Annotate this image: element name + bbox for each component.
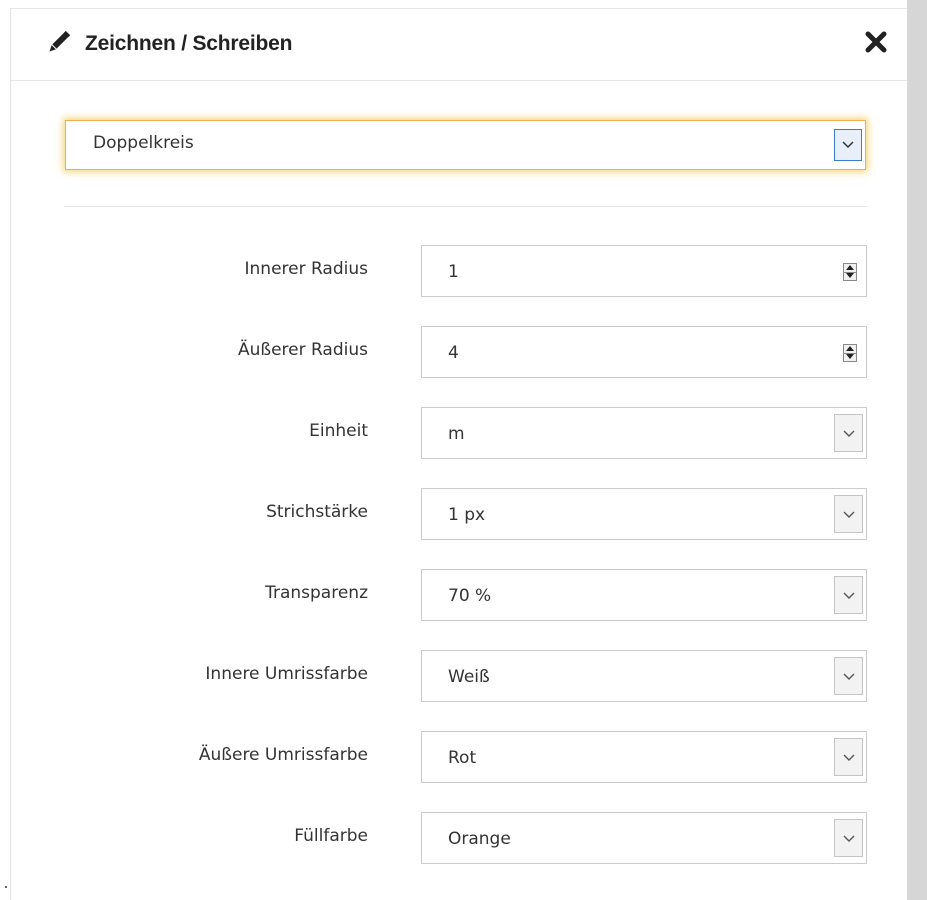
outer-outline-color-value: Rot — [448, 748, 477, 768]
transparency-label: Transparenz — [265, 583, 368, 603]
draw-dialog: Zeichnen / Schreiben Doppelkreis Innerer… — [11, 9, 907, 900]
chevron-down-icon — [843, 511, 855, 518]
spinner-down-button[interactable] — [844, 353, 856, 361]
transparency-select[interactable]: 70 % — [421, 569, 867, 621]
scrollbar-track[interactable] — [907, 0, 927, 900]
inner-radius-spinner[interactable] — [843, 263, 857, 281]
triangle-down-icon — [846, 273, 854, 278]
chevron-down-icon — [843, 835, 855, 842]
inner-radius-label: Innerer Radius — [244, 259, 369, 279]
pencil-icon — [45, 30, 71, 56]
transparency-row: Transparenz 70 % — [11, 569, 907, 621]
stroke-width-row: Strichstärke 1 px — [11, 488, 907, 540]
outer-outline-color-row: Äußere Umrissfarbe Rot — [11, 731, 907, 783]
outer-radius-row: Äußerer Radius 4 — [11, 326, 907, 378]
chevron-down-icon — [843, 430, 855, 437]
unit-label: Einheit — [309, 421, 368, 441]
fill-color-label: Füllfarbe — [294, 826, 368, 846]
dialog-header: Zeichnen / Schreiben — [11, 9, 907, 81]
outer-radius-input[interactable]: 4 — [421, 326, 867, 378]
shape-select-toggle[interactable] — [834, 129, 862, 161]
left-edge — [0, 0, 10, 900]
form-separator — [64, 206, 867, 207]
fill-color-select[interactable]: Orange — [421, 812, 867, 864]
chevron-down-icon — [843, 592, 855, 599]
transparency-value: 70 % — [448, 586, 492, 606]
spinner-down-button[interactable] — [844, 272, 856, 280]
edge-dot — [5, 886, 7, 888]
outer-outline-color-select[interactable]: Rot — [421, 731, 867, 783]
inner-outline-color-select[interactable]: Weiß — [421, 650, 867, 702]
page: Zeichnen / Schreiben Doppelkreis Innerer… — [0, 0, 927, 900]
close-icon[interactable] — [861, 27, 891, 57]
triangle-up-icon — [846, 265, 854, 270]
inner-outline-color-row: Innere Umrissfarbe Weiß — [11, 650, 907, 702]
outer-radius-spinner[interactable] — [843, 344, 857, 362]
inner-radius-row: Innerer Radius 1 — [11, 245, 907, 297]
inner-outline-color-label: Innere Umrissfarbe — [205, 664, 368, 684]
chevron-down-icon — [843, 754, 855, 761]
unit-select-toggle[interactable] — [834, 414, 863, 452]
chevron-down-icon — [842, 141, 854, 149]
unit-value: m — [448, 424, 465, 444]
inner-outline-color-select-toggle[interactable] — [834, 657, 863, 695]
outer-outline-color-select-toggle[interactable] — [834, 738, 863, 776]
unit-row: Einheit m — [11, 407, 907, 459]
outer-outline-color-label: Äußere Umrissfarbe — [198, 745, 368, 765]
inner-outline-color-value: Weiß — [448, 667, 490, 687]
stroke-width-select-toggle[interactable] — [834, 495, 863, 533]
shape-select-value: Doppelkreis — [93, 133, 194, 153]
outer-radius-value: 4 — [448, 343, 459, 363]
transparency-select-toggle[interactable] — [834, 576, 863, 614]
dialog-title: Zeichnen / Schreiben — [85, 32, 293, 55]
stroke-width-select[interactable]: 1 px — [421, 488, 867, 540]
inner-radius-input[interactable]: 1 — [421, 245, 867, 297]
triangle-down-icon — [846, 354, 854, 359]
fill-color-select-toggle[interactable] — [834, 819, 863, 857]
stroke-width-label: Strichstärke — [266, 502, 368, 522]
stroke-width-value: 1 px — [448, 505, 486, 525]
unit-select[interactable]: m — [421, 407, 867, 459]
outer-radius-label: Äußerer Radius — [237, 340, 368, 360]
triangle-up-icon — [846, 346, 854, 351]
inner-radius-value: 1 — [448, 262, 459, 282]
fill-color-row: Füllfarbe Orange — [11, 812, 907, 864]
close-button[interactable] — [861, 27, 891, 57]
fill-color-value: Orange — [448, 829, 511, 849]
chevron-down-icon — [843, 673, 855, 680]
shape-select[interactable]: Doppelkreis — [65, 120, 866, 170]
